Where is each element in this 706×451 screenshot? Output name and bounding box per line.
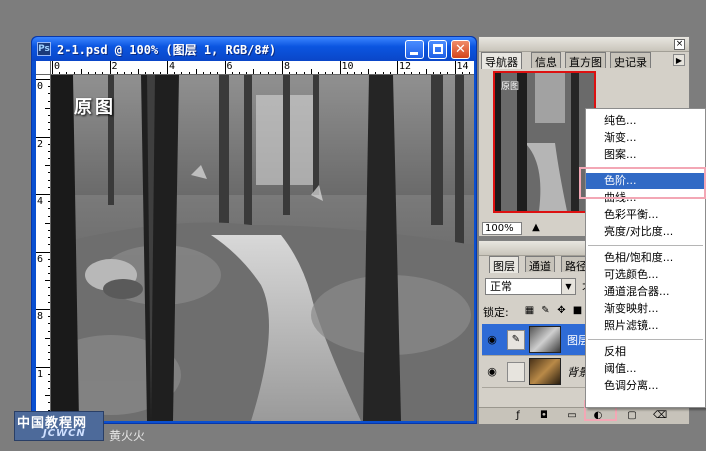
document-title-bar[interactable]: Ps 2-1.psd @ 100% (图层 1, RGB/8#) ✕ — [32, 37, 476, 61]
new-layer-icon[interactable]: ▢ — [625, 409, 639, 423]
panel-close-icon[interactable]: × — [674, 39, 685, 50]
menu-item[interactable]: 照片滤镜... — [586, 318, 705, 334]
vertical-ruler[interactable]: 0 2 4 6 8 1 — [36, 75, 51, 421]
lock-position-move-icon[interactable]: ✥ — [555, 304, 568, 317]
forest-photo — [51, 75, 474, 421]
ruler-number: 6 — [37, 253, 44, 265]
tab-layers[interactable]: 图层 — [489, 256, 519, 273]
menu-item[interactable]: 阈值... — [586, 361, 705, 377]
ruler-tick — [167, 61, 168, 74]
zoom-input[interactable]: 100% — [482, 222, 522, 235]
link-cell-empty[interactable] — [507, 362, 525, 382]
tab-channels[interactable]: 通道 — [525, 256, 555, 273]
lock-pixels-brush-icon[interactable]: ✎ — [539, 304, 552, 317]
ruler-tick — [36, 309, 50, 310]
ruler-tick — [397, 61, 398, 74]
menu-item[interactable]: 色彩平衡... — [586, 207, 705, 223]
ruler-number: 2 — [37, 138, 44, 150]
ruler-number: 4 — [37, 196, 44, 207]
menu-item[interactable]: 纯色... — [586, 113, 705, 129]
ruler-tick — [224, 61, 226, 74]
close-button[interactable]: ✕ — [451, 40, 470, 59]
brush-edit-icon[interactable]: ✎ — [507, 330, 525, 350]
site-logo: 中国教程网 JCWCN — [14, 411, 104, 441]
tab-history[interactable]: 史记录 — [610, 52, 651, 69]
image-canvas[interactable]: 原图 — [51, 75, 474, 421]
menu-item[interactable]: 图案... — [586, 147, 705, 163]
layer-mask-icon[interactable]: ◘ — [537, 409, 551, 423]
lock-label: 锁定: — [483, 306, 509, 319]
layer-thumbnail — [529, 326, 561, 353]
ruler-number: 1 — [37, 368, 44, 380]
blend-mode-select[interactable]: 正常 — [485, 278, 562, 295]
menu-item[interactable]: 可选颜色... — [586, 267, 705, 283]
ruler-number: 4 — [169, 61, 176, 72]
chevron-down-icon[interactable]: ▼ — [561, 278, 576, 295]
ruler-tick — [36, 194, 50, 195]
ruler-origin[interactable] — [36, 61, 51, 75]
panel-menu-arrow-icon[interactable]: ▶ — [673, 54, 685, 66]
ruler-tick — [109, 61, 111, 74]
visibility-eye-icon[interactable]: ◉ — [485, 333, 499, 347]
maximize-icon — [433, 44, 443, 54]
ruler-number: 12 — [399, 61, 412, 72]
ruler-number: 2 — [111, 61, 118, 72]
logo-english-text: JCWCN — [43, 428, 86, 439]
new-group-folder-icon[interactable]: ▭ — [565, 409, 579, 423]
ruler-tick — [36, 79, 50, 80]
lock-row: 锁定: ▦ ✎ ✥ ■ — [483, 303, 593, 319]
menu-item[interactable]: 渐变映射... — [586, 301, 705, 317]
ruler-tick — [282, 61, 283, 74]
tab-navigator[interactable]: 导航器 — [481, 52, 522, 69]
author-credit: 黄火火 — [109, 429, 146, 443]
ruler-tick — [36, 366, 50, 368]
menu-separator — [588, 245, 703, 246]
ruler-tick — [36, 136, 50, 138]
ruler-tick — [454, 61, 456, 74]
ruler-number: 0 — [37, 81, 44, 92]
menu-item[interactable]: 通道混合器... — [586, 284, 705, 300]
navigator-tab-strip: 导航器 信息 直方图 史记录 — [481, 52, 687, 69]
ruler-number: 0 — [54, 61, 61, 72]
document-window: Ps 2-1.psd @ 100% (图层 1, RGB/8#) ✕ 0 2 4 6 8… — [31, 36, 477, 424]
navigator-panel-title-bar[interactable]: × — [479, 37, 689, 52]
ruler-number: 6 — [226, 61, 233, 72]
document-title: 2-1.psd @ 100% (图层 1, RGB/8#) — [57, 43, 277, 57]
ruler-tick — [52, 61, 53, 74]
tab-histogram[interactable]: 直方图 — [565, 52, 606, 69]
canvas-caption: 原图 — [74, 97, 116, 118]
levels-item-highlight — [579, 167, 706, 199]
layer-style-icon[interactable]: ƒ — [511, 409, 525, 423]
lock-transparency-icon[interactable]: ▦ — [523, 304, 536, 317]
lock-all-icon[interactable]: ■ — [571, 304, 584, 317]
ruler-number: 10 — [341, 61, 354, 72]
ruler-number: 8 — [37, 311, 44, 322]
adjustment-layer-menu: 纯色... 渐变... 图案... 色阶... 曲线... 色彩平衡... 亮度/对比度..… — [585, 108, 706, 408]
zoom-out-icon[interactable]: ▲ — [529, 222, 543, 234]
navigator-thumbnail-caption: 原图 — [501, 81, 519, 92]
menu-item[interactable]: 色调分离... — [586, 378, 705, 394]
tab-info[interactable]: 信息 — [531, 52, 561, 69]
menu-separator — [588, 339, 703, 340]
menu-item[interactable]: 亮度/对比度... — [586, 224, 705, 240]
minimize-icon — [410, 52, 418, 55]
ruler-tick — [339, 61, 341, 74]
menu-item[interactable]: 渐变... — [586, 130, 705, 146]
photoshop-app-icon: Ps — [37, 42, 51, 56]
horizontal-ruler[interactable]: 0 2 4 6 8 10 12 14 — [36, 61, 474, 75]
ruler-tick — [36, 251, 50, 253]
visibility-eye-icon[interactable]: ◉ — [485, 365, 499, 379]
close-icon: ✕ — [455, 42, 466, 57]
ruler-number: 8 — [284, 61, 291, 72]
menu-item[interactable]: 色相/饱和度... — [586, 250, 705, 266]
minimize-button[interactable] — [405, 40, 424, 59]
maximize-button[interactable] — [428, 40, 447, 59]
background-thumbnail — [529, 358, 561, 385]
menu-item[interactable]: 反相 — [586, 344, 705, 360]
trash-icon[interactable]: ⌫ — [653, 409, 667, 423]
ruler-number: 14 — [456, 61, 469, 72]
